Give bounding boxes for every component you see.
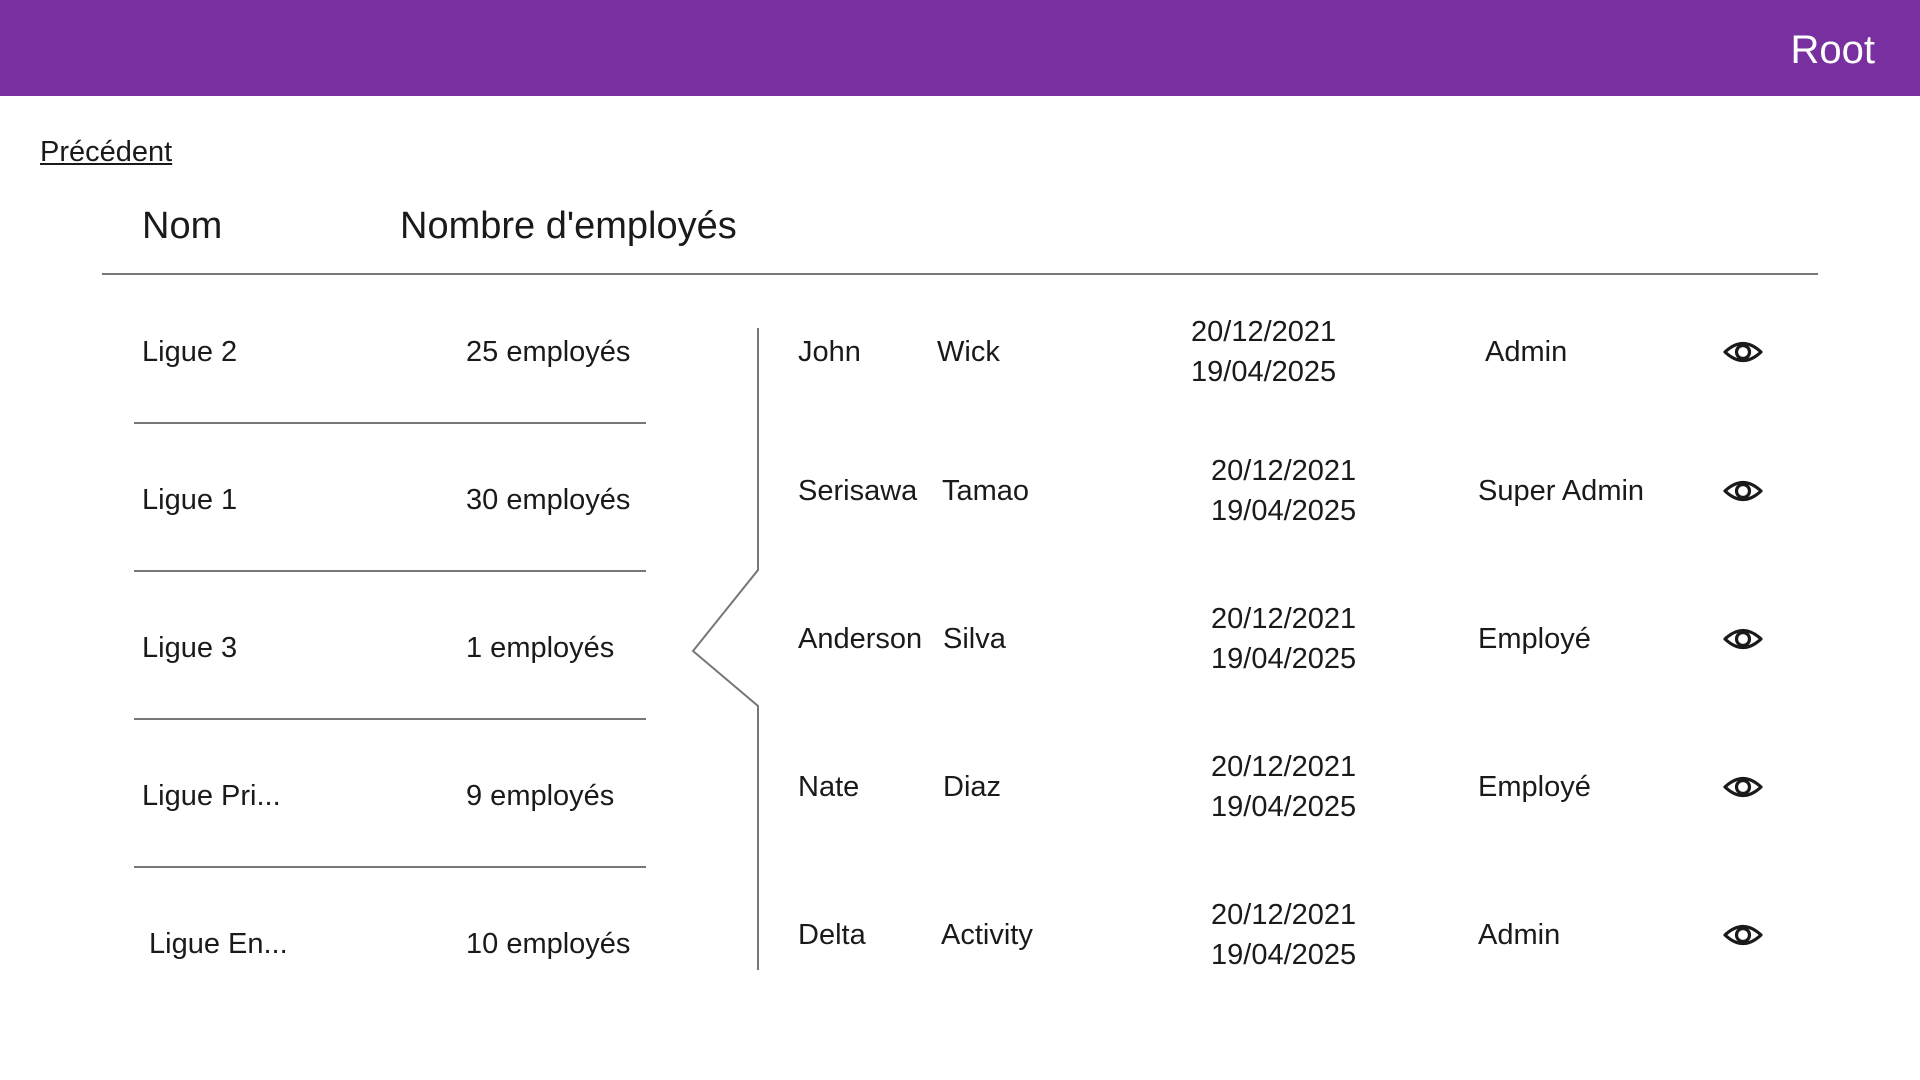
employee-end-date: 19/04/2025 (1211, 643, 1357, 675)
league-employee-count: 9 employés (466, 780, 615, 812)
league-name: Ligue 1 (142, 484, 238, 516)
employee-first-name: Delta (798, 918, 866, 951)
league-divider (134, 718, 646, 720)
league-row-selected[interactable]: Ligue 3 1 employés (134, 574, 646, 722)
employee-role: Employé (1478, 770, 1591, 803)
league-name: Ligue 2 (142, 336, 238, 368)
top-bar: Root (0, 0, 1920, 96)
employee-dates: 20/12/2021 19/04/2025 (1211, 417, 1356, 565)
league-divider (134, 422, 646, 424)
employee-row[interactable]: Nate Diaz 20/12/2021 19/04/2025 Employé (798, 713, 1798, 861)
league-row[interactable]: Ligue Pri... 9 employés (134, 722, 646, 870)
employee-start-date: 20/12/2021 (1211, 603, 1357, 635)
employee-end-date: 19/04/2025 (1191, 356, 1337, 388)
eye-icon[interactable] (1722, 767, 1764, 807)
employee-end-date: 19/04/2025 (1211, 495, 1357, 527)
employee-first-name: Anderson (798, 622, 923, 655)
back-link[interactable]: Précédent (40, 136, 172, 169)
employee-dates: 20/12/2021 19/04/2025 (1211, 713, 1356, 861)
league-divider (134, 570, 646, 572)
employee-role: Employé (1478, 622, 1591, 655)
employee-last-name: Wick (937, 335, 1000, 368)
league-row[interactable]: Ligue 2 25 employés (134, 278, 646, 426)
header-divider (102, 273, 1818, 275)
employee-last-name: Activity (941, 918, 1033, 951)
employee-row[interactable]: John Wick 20/12/2021 19/04/2025 Admin (798, 278, 1798, 426)
league-name: Ligue En... (149, 928, 288, 960)
employee-role: Admin (1485, 335, 1568, 368)
employee-first-name: Nate (798, 770, 860, 803)
employee-last-name: Diaz (943, 770, 1002, 803)
league-divider (134, 866, 646, 868)
league-name: Ligue Pri... (142, 780, 281, 812)
eye-icon[interactable] (1722, 619, 1764, 659)
employee-last-name: Silva (943, 622, 1006, 655)
column-header-employee-count: Nombre d'employés (400, 205, 737, 247)
league-employee-count: 10 employés (466, 928, 631, 960)
employee-row[interactable]: Serisawa Tamao 20/12/2021 19/04/2025 Sup… (798, 417, 1798, 565)
employee-start-date: 20/12/2021 (1211, 455, 1357, 487)
employee-first-name: John (798, 335, 861, 368)
selection-connector (691, 328, 759, 970)
employee-end-date: 19/04/2025 (1211, 939, 1357, 971)
employee-end-date: 19/04/2025 (1211, 791, 1357, 823)
employee-dates: 20/12/2021 19/04/2025 (1211, 565, 1356, 713)
employee-last-name: Tamao (942, 474, 1030, 507)
league-employee-count: 30 employés (466, 484, 631, 516)
league-employee-count: 25 employés (466, 336, 631, 368)
eye-icon[interactable] (1722, 471, 1764, 511)
employee-dates: 20/12/2021 19/04/2025 (1211, 861, 1356, 1009)
league-employee-count: 1 employés (466, 632, 615, 664)
employee-role: Admin (1478, 918, 1561, 951)
employee-start-date: 20/12/2021 (1211, 751, 1357, 783)
column-header-name: Nom (142, 205, 223, 247)
employee-role: Super Admin (1478, 474, 1645, 507)
employee-dates: 20/12/2021 19/04/2025 (1191, 278, 1336, 426)
employee-row[interactable]: Anderson Silva 20/12/2021 19/04/2025 Emp… (798, 565, 1798, 713)
employee-first-name: Serisawa (798, 474, 918, 507)
user-name[interactable]: Root (1791, 26, 1876, 74)
league-name: Ligue 3 (142, 632, 238, 664)
employee-start-date: 20/12/2021 (1191, 316, 1337, 348)
employee-start-date: 20/12/2021 (1211, 899, 1357, 931)
eye-icon[interactable] (1722, 915, 1764, 955)
employee-row[interactable]: Delta Activity 20/12/2021 19/04/2025 Adm… (798, 861, 1798, 1009)
eye-icon[interactable] (1722, 332, 1764, 372)
league-row[interactable]: Ligue 1 30 employés (134, 426, 646, 574)
league-row[interactable]: Ligue En... 10 employés (134, 870, 646, 1018)
